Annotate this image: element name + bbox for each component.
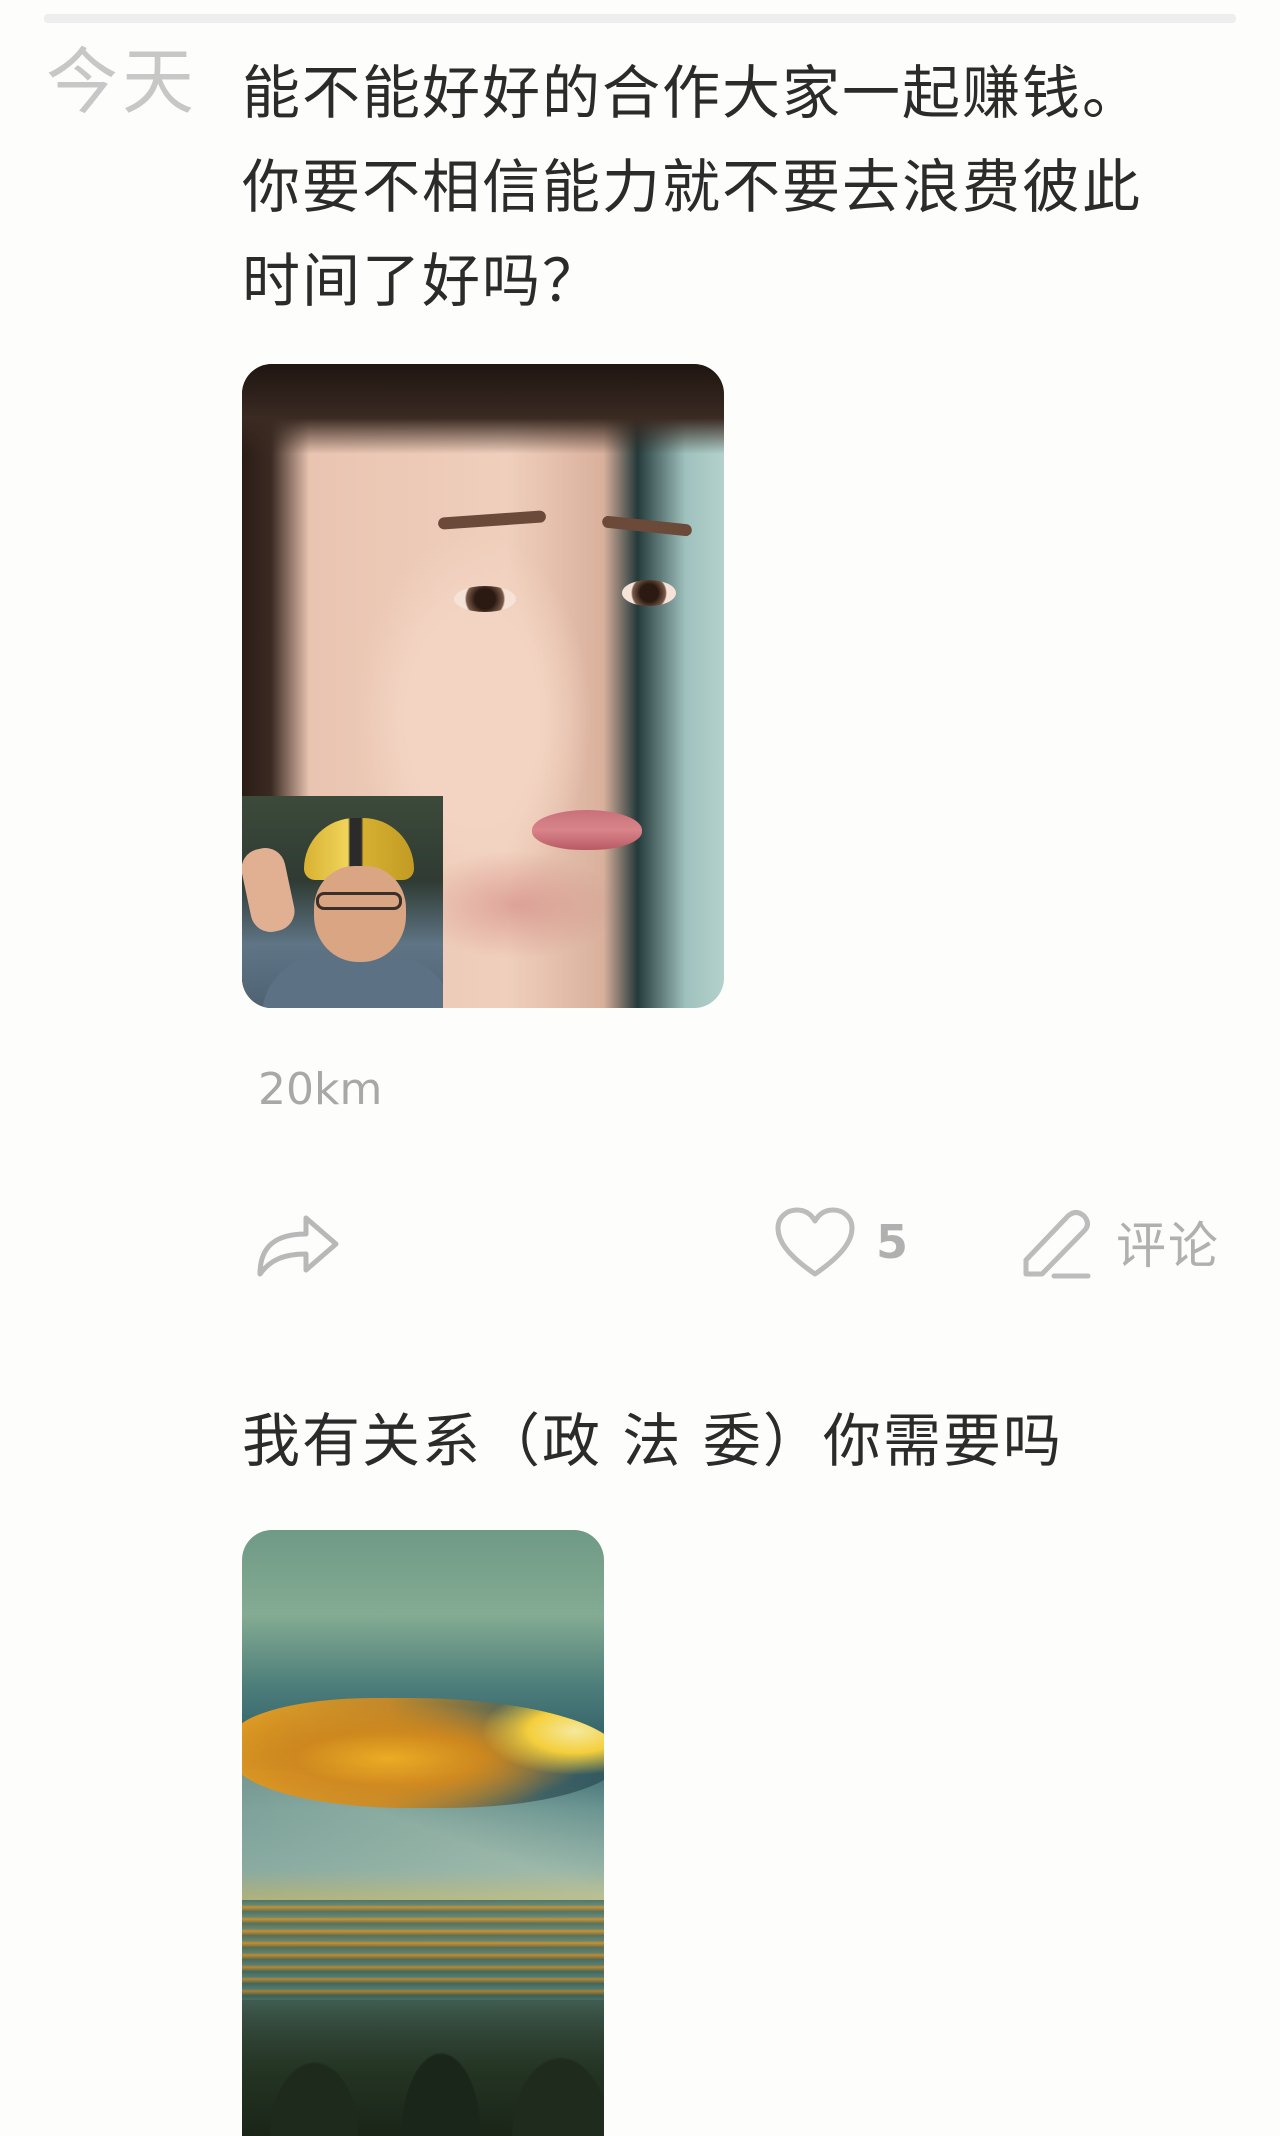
inset-image bbox=[242, 796, 443, 1008]
divider bbox=[44, 14, 1236, 23]
feed-page: 今天 能不能好好的合作大家一起赚钱。 你要不相信能力就不要去浪费彼此 时间了好吗… bbox=[0, 0, 1280, 2136]
post-image-portrait[interactable] bbox=[242, 364, 724, 1008]
like-button[interactable]: 5 bbox=[774, 1204, 914, 1280]
date-label: 今天 bbox=[46, 40, 199, 124]
heart-outline-icon bbox=[775, 1207, 855, 1277]
share-arrow-icon bbox=[257, 1215, 339, 1277]
comment-button[interactable]: 评论 bbox=[1020, 1204, 1240, 1280]
share-button[interactable] bbox=[252, 1202, 344, 1282]
like-count: 5 bbox=[876, 1215, 909, 1269]
comment-label: 评论 bbox=[1116, 1217, 1220, 1275]
distance-label: 20km bbox=[258, 1064, 383, 1115]
post-image-sunset[interactable] bbox=[242, 1530, 604, 2136]
post-text: 我有关系（政 法 委）你需要吗 bbox=[242, 1407, 1063, 1475]
post-text: 能不能好好的合作大家一起赚钱。 你要不相信能力就不要去浪费彼此 时间了好吗？ bbox=[242, 59, 1143, 315]
pen-icon bbox=[1023, 1210, 1091, 1279]
